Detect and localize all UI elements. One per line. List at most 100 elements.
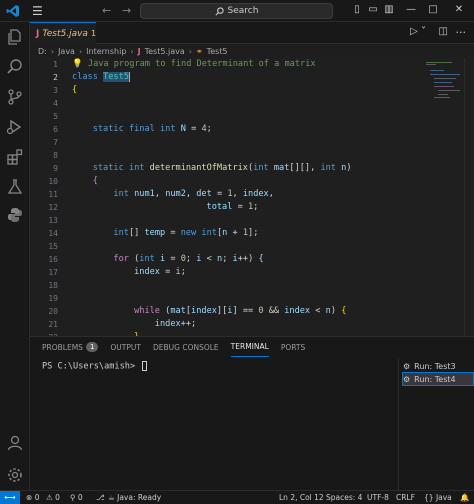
line-number-gutter: 1234567891011121314151617181920212223 xyxy=(30,58,68,336)
split-editor-icon[interactable]: ◫ xyxy=(439,26,448,37)
menu-icon[interactable]: ☰ xyxy=(32,5,44,17)
debug-gear-icon: ⚙ xyxy=(403,361,411,371)
maximize-icon[interactable]: □ xyxy=(426,3,440,17)
status-warnings[interactable]: ⚠ 0 xyxy=(46,491,60,504)
code-line-16: for (int i = 0; i < n; i++) { xyxy=(113,254,264,264)
status-bar: ⟷ ⊗ 0 ⚠ 0 ⚲ 0 ⎇ ☕ Java: Ready Ln 2, Col … xyxy=(0,490,474,504)
settings-gear-icon[interactable] xyxy=(6,466,24,484)
status-java[interactable]: ☕ Java: Ready xyxy=(108,491,161,504)
toggle-sidebar-icon[interactable]: ▯ xyxy=(350,3,364,17)
breadcrumb-folder-internship[interactable]: Internship xyxy=(86,47,126,56)
tab-ports[interactable]: PORTS xyxy=(281,337,305,357)
search-icon xyxy=(215,6,224,15)
status-eol[interactable]: CRLF xyxy=(396,491,415,504)
account-icon[interactable] xyxy=(6,434,24,452)
line-number: 14 xyxy=(48,229,58,238)
remote-indicator-icon[interactable]: ⟷ xyxy=(0,491,20,504)
status-encoding[interactable]: UTF-8 xyxy=(367,491,389,504)
vscode-logo-icon xyxy=(6,4,20,18)
line-number: 19 xyxy=(48,294,58,303)
code-line-17: index = i; xyxy=(134,267,186,277)
breadcrumb-java-icon: J xyxy=(137,46,141,56)
status-language[interactable]: {} Java xyxy=(424,491,452,504)
back-arrow-icon[interactable]: ← xyxy=(102,4,111,17)
tab-problems[interactable]: PROBLEMS 1 xyxy=(42,337,99,357)
explorer-icon[interactable] xyxy=(6,28,24,46)
warning-count: 0 xyxy=(55,493,60,502)
code-editor[interactable]: 1234567891011121314151617181920212223 💡 … xyxy=(30,58,474,336)
testing-flask-icon[interactable] xyxy=(6,178,24,196)
breadcrumb-separator-icon: › xyxy=(50,46,55,56)
code-line-3: { xyxy=(72,85,78,95)
terminal-item-test3[interactable]: ⚙ Run: Test3 xyxy=(403,360,473,372)
search-view-icon[interactable] xyxy=(6,58,24,76)
line-number: 7 xyxy=(53,138,58,147)
ports-icon: ⚲ xyxy=(70,493,76,502)
toggle-panel-icon[interactable]: ▭ xyxy=(366,3,380,17)
java-file-icon: J xyxy=(36,28,40,39)
line-number: 13 xyxy=(48,216,58,225)
terminal-item-test4[interactable]: ⚙ Run: Test4 xyxy=(402,372,474,386)
code-line-21: index++; xyxy=(154,319,197,329)
status-cursor-position[interactable]: Ln 2, Col 12 xyxy=(279,491,324,504)
warning-icon: ⚠ xyxy=(46,493,53,502)
status-ports[interactable]: ⚲ 0 xyxy=(70,491,83,504)
run-debug-icon[interactable] xyxy=(6,118,24,136)
panel-tab-bar: PROBLEMS 1 OUTPUT DEBUG CONSOLE TERMINAL… xyxy=(30,337,474,357)
more-actions-icon[interactable]: ··· xyxy=(456,26,467,39)
problems-count-badge: 1 xyxy=(85,342,99,352)
close-icon[interactable]: ✕ xyxy=(452,3,466,17)
line-number: 20 xyxy=(48,307,58,316)
error-count: 0 xyxy=(34,493,40,502)
status-indentation[interactable]: Spaces: 4 xyxy=(326,491,362,504)
tab-debug-console[interactable]: DEBUG CONSOLE xyxy=(153,337,219,357)
line-number: 21 xyxy=(48,320,58,329)
breadcrumb: D: › Java › Internship › J Test5.java › … xyxy=(30,44,474,58)
editor-vertical-scrollbar[interactable] xyxy=(464,58,474,336)
tab-test5-java[interactable]: J Test5.java 1 xyxy=(30,22,96,44)
code-line-9: static int determinantOfMatrix(int mat[]… xyxy=(92,163,352,173)
line-number: 12 xyxy=(48,203,58,212)
tab-terminal-label: TERMINAL xyxy=(230,342,269,351)
source-control-icon[interactable] xyxy=(6,88,24,106)
line-number: 6 xyxy=(53,125,58,134)
breadcrumb-folder-java[interactable]: Java xyxy=(58,47,75,56)
command-center-search[interactable]: Search xyxy=(140,3,333,19)
tab-output[interactable]: OUTPUT xyxy=(110,337,141,357)
terminal-prompt: PS C:\Users\amish> xyxy=(42,361,141,372)
error-icon: ⊗ xyxy=(26,493,33,502)
line-number: 17 xyxy=(48,268,58,277)
code-line-1: 💡 Java program to find Determinant of a … xyxy=(72,59,316,69)
ports-count: 0 xyxy=(77,493,83,502)
terminal-output[interactable]: PS C:\Users\amish> xyxy=(42,361,148,372)
layout-icon[interactable]: ▥ xyxy=(382,3,396,17)
breadcrumb-class[interactable]: Test5 xyxy=(207,47,228,56)
terminal-list: ⚙ Run: Test3 ⚙ Run: Test4 xyxy=(398,359,474,491)
tab-output-label: OUTPUT xyxy=(110,342,141,352)
language-label: Java xyxy=(435,493,452,502)
java-status-label: Java: Ready xyxy=(117,493,162,502)
minimap[interactable] xyxy=(426,62,460,98)
java-status-icon: ☕ xyxy=(108,493,115,502)
tab-ports-label: PORTS xyxy=(280,342,306,352)
bottom-panel: PROBLEMS 1 OUTPUT DEBUG CONSOLE TERMINAL… xyxy=(30,336,474,491)
notifications-bell-icon[interactable]: 🔔 xyxy=(460,491,469,504)
tab-terminal[interactable]: TERMINAL xyxy=(230,337,269,357)
forward-arrow-icon[interactable]: → xyxy=(122,4,131,17)
editor-tab-bar: J Test5.java 1 ▷ ˅ ◫ ··· xyxy=(30,22,474,44)
extensions-icon[interactable] xyxy=(6,148,24,166)
code-line-2: class Test5 xyxy=(72,72,130,82)
python-icon[interactable] xyxy=(6,206,24,224)
language-braces-icon: {} xyxy=(424,493,434,502)
class-symbol-icon: ⚭ xyxy=(195,46,203,56)
run-play-icon[interactable]: ▷ ˅ xyxy=(410,26,426,37)
status-git-icon[interactable]: ⎇ xyxy=(96,491,105,504)
status-errors[interactable]: ⊗ 0 xyxy=(26,491,39,504)
lightbulb-icon[interactable]: 💡 xyxy=(72,59,83,69)
tab-file-name: Test5.java xyxy=(42,28,88,39)
code-line-14: int[] temp = new int[n + 1]; xyxy=(113,228,259,238)
breadcrumb-file[interactable]: Test5.java xyxy=(145,47,185,56)
line-number: 11 xyxy=(48,190,58,199)
breadcrumb-drive[interactable]: D: xyxy=(38,47,47,56)
minimize-icon[interactable]: — xyxy=(404,3,418,17)
